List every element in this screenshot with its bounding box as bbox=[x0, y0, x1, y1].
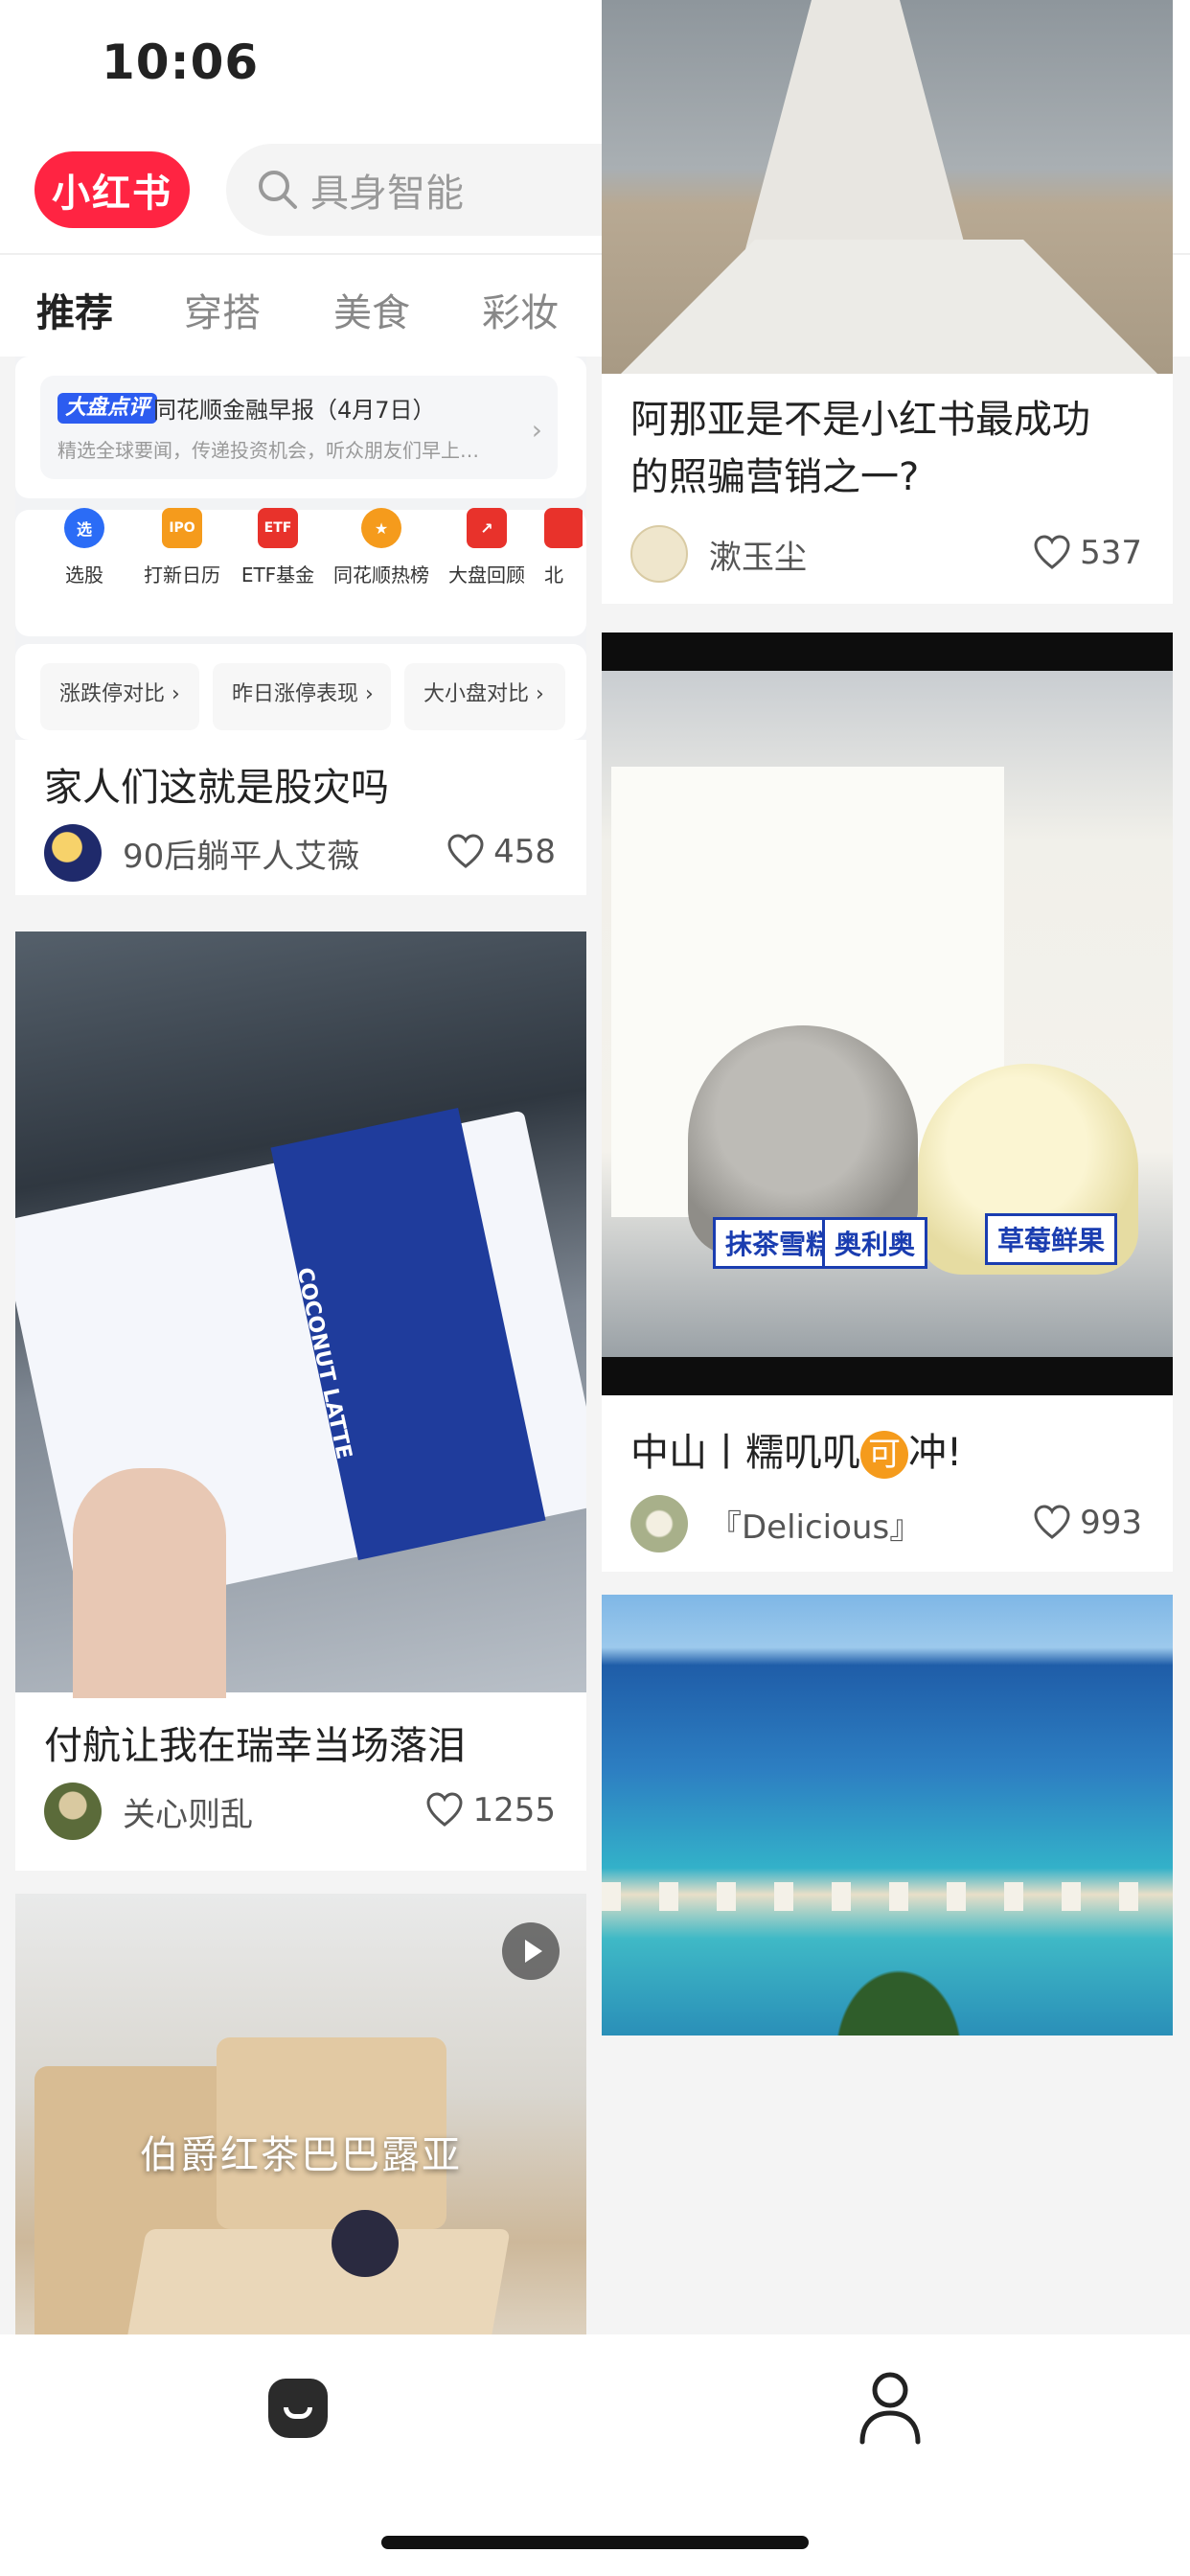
avatar bbox=[44, 1782, 102, 1840]
banner-title: 同花顺金融早报（4月7日） bbox=[153, 397, 436, 424]
cover-overlay-text: 伯爵红茶巴巴露亚 bbox=[140, 2133, 462, 2177]
quick-icon-review: ↗ 大盘回顾 bbox=[439, 508, 535, 587]
label-sticker: 草莓鲜果 bbox=[985, 1213, 1118, 1265]
note-cover-icecream: 抹茶雪糕 奥利奥 草莓鲜果 bbox=[602, 632, 1173, 1395]
umbrellas bbox=[602, 1882, 1173, 1911]
label-sticker: 奥利奥 bbox=[822, 1217, 928, 1269]
like-button[interactable]: 1255 bbox=[424, 1790, 556, 1830]
search-icon bbox=[259, 171, 297, 209]
search-placeholder: 具身智能 bbox=[310, 172, 464, 216]
tab-food[interactable]: 美食 bbox=[333, 282, 410, 337]
home-icon[interactable] bbox=[268, 2379, 328, 2438]
heart-icon bbox=[1034, 1505, 1070, 1539]
stock-banner: 大盘点评 同花顺金融早报（4月7日） 精选全球要闻，传递投资机会，听众朋友们早上… bbox=[40, 376, 558, 479]
like-button[interactable]: 537 bbox=[1032, 533, 1142, 573]
note-card-luckin[interactable]: COCONUT LATTE 付航让我在瑞幸当场落泪 关心则乱 1255 bbox=[15, 932, 586, 1871]
profile-icon[interactable] bbox=[857, 2369, 924, 2446]
quick-icon-xuangu: 选选股 bbox=[36, 508, 132, 587]
heart-icon bbox=[447, 834, 484, 868]
note-cover-luckin: COCONUT LATTE bbox=[15, 932, 586, 1698]
author-name: 漱玉尘 bbox=[709, 538, 807, 577]
avatar bbox=[630, 1495, 688, 1552]
quick-icon-north: 北 bbox=[544, 508, 583, 587]
quick-icon-hotlist: ★ 同花顺热榜 bbox=[333, 508, 429, 587]
note-author[interactable]: 90后躺平人艾薇 bbox=[44, 824, 359, 882]
note-author[interactable]: 漱玉尘 bbox=[630, 525, 807, 583]
like-button[interactable]: 458 bbox=[446, 832, 556, 872]
tab-makeup[interactable]: 彩妆 bbox=[482, 282, 559, 337]
quick-icon-ipo: IPO 打新日历 bbox=[134, 508, 230, 587]
tab-recommend[interactable]: 推荐 bbox=[36, 282, 113, 337]
stock-badge: 大盘点评 bbox=[57, 393, 158, 424]
compare-chip: 涨跌停对比 › bbox=[40, 663, 199, 730]
note-card[interactable]: 伯爵红茶巴巴露亚 bbox=[15, 1894, 586, 2334]
note-cover-sea bbox=[602, 1595, 1173, 2036]
dessert-slice bbox=[114, 2229, 511, 2334]
quick-icon-etf: ETF ETF基金 bbox=[230, 508, 326, 587]
bottom-nav bbox=[0, 2334, 1190, 2576]
like-button[interactable]: 993 bbox=[1032, 1503, 1142, 1543]
note-card[interactable]: 大盘点评 同花顺金融早报（4月7日） 精选全球要闻，传递投资机会，听众朋友们早上… bbox=[15, 356, 586, 895]
like-count: 1255 bbox=[472, 1791, 556, 1829]
note-title-line1: 阿那亚是不是小红书最成功 bbox=[630, 398, 1090, 442]
compare-chip: 大小盘对比 › bbox=[404, 663, 565, 730]
blueberry bbox=[332, 2210, 399, 2277]
note-title: 付航让我在瑞幸当场落泪 bbox=[44, 1724, 466, 1768]
heart-icon bbox=[426, 1792, 463, 1827]
ke-emoji: 可 bbox=[860, 1431, 908, 1479]
heart-icon bbox=[1034, 535, 1070, 569]
status-time: 10:06 bbox=[102, 34, 260, 90]
note-cover-dessert: 伯爵红茶巴巴露亚 bbox=[15, 1894, 586, 2334]
like-count: 993 bbox=[1080, 1504, 1142, 1542]
home-indicator bbox=[381, 2536, 809, 2549]
app-logo[interactable]: 小红书 bbox=[34, 151, 190, 228]
note-author[interactable]: 『Delicious』 bbox=[630, 1495, 922, 1552]
avatar bbox=[630, 525, 688, 583]
hand bbox=[73, 1468, 226, 1698]
author-name: 关心则乱 bbox=[123, 1795, 253, 1834]
note-cover-stock: 大盘点评 同花顺金融早报（4月7日） 精选全球要闻，传递投资机会，听众朋友们早上… bbox=[15, 356, 586, 740]
author-name: 『Delicious』 bbox=[709, 1507, 923, 1547]
tab-outfit[interactable]: 穿搭 bbox=[184, 282, 261, 337]
play-icon bbox=[502, 1922, 560, 1980]
note-card[interactable]: 抹茶雪糕 奥利奥 草莓鲜果 中山丨糯叽叽可冲! 『Delicious』 993 bbox=[602, 632, 1173, 1572]
note-card[interactable] bbox=[602, 1595, 1173, 2036]
app-screen: 10:06 4G 小红书 具身智能 推荐 穿搭 美食 彩妆 影视 职场 情感 家… bbox=[0, 0, 1190, 2576]
note-title-line2: 的照骗营销之一? bbox=[630, 455, 920, 499]
compare-chip: 昨日涨停表现 › bbox=[213, 663, 391, 730]
like-count: 458 bbox=[493, 833, 556, 871]
note-cover-aranya bbox=[602, 0, 1173, 374]
banner-subtitle: 精选全球要闻，传递投资机会，听众朋友们早上… bbox=[57, 439, 479, 462]
note-title: 家人们这就是股灾吗 bbox=[44, 766, 389, 810]
author-name: 90后躺平人艾薇 bbox=[123, 837, 360, 876]
avatar bbox=[44, 824, 102, 882]
note-author[interactable]: 关心则乱 bbox=[44, 1782, 253, 1840]
chevron-right-icon: › bbox=[531, 414, 542, 446]
steps bbox=[621, 240, 1157, 374]
quick-icons-row: 选选股 IPO 打新日历 ETF ETF基金 ★ 同花顺热榜 ↗ 大盘回顾 北 bbox=[36, 508, 586, 623]
chapel-structure bbox=[745, 0, 966, 249]
like-count: 537 bbox=[1080, 534, 1142, 572]
note-title: 中山丨糯叽叽可冲! bbox=[630, 1424, 962, 1482]
palm-tree bbox=[812, 1940, 985, 2036]
note-card[interactable]: 阿那亚是不是小红书最成功 的照骗营销之一? 漱玉尘 537 bbox=[602, 0, 1173, 604]
